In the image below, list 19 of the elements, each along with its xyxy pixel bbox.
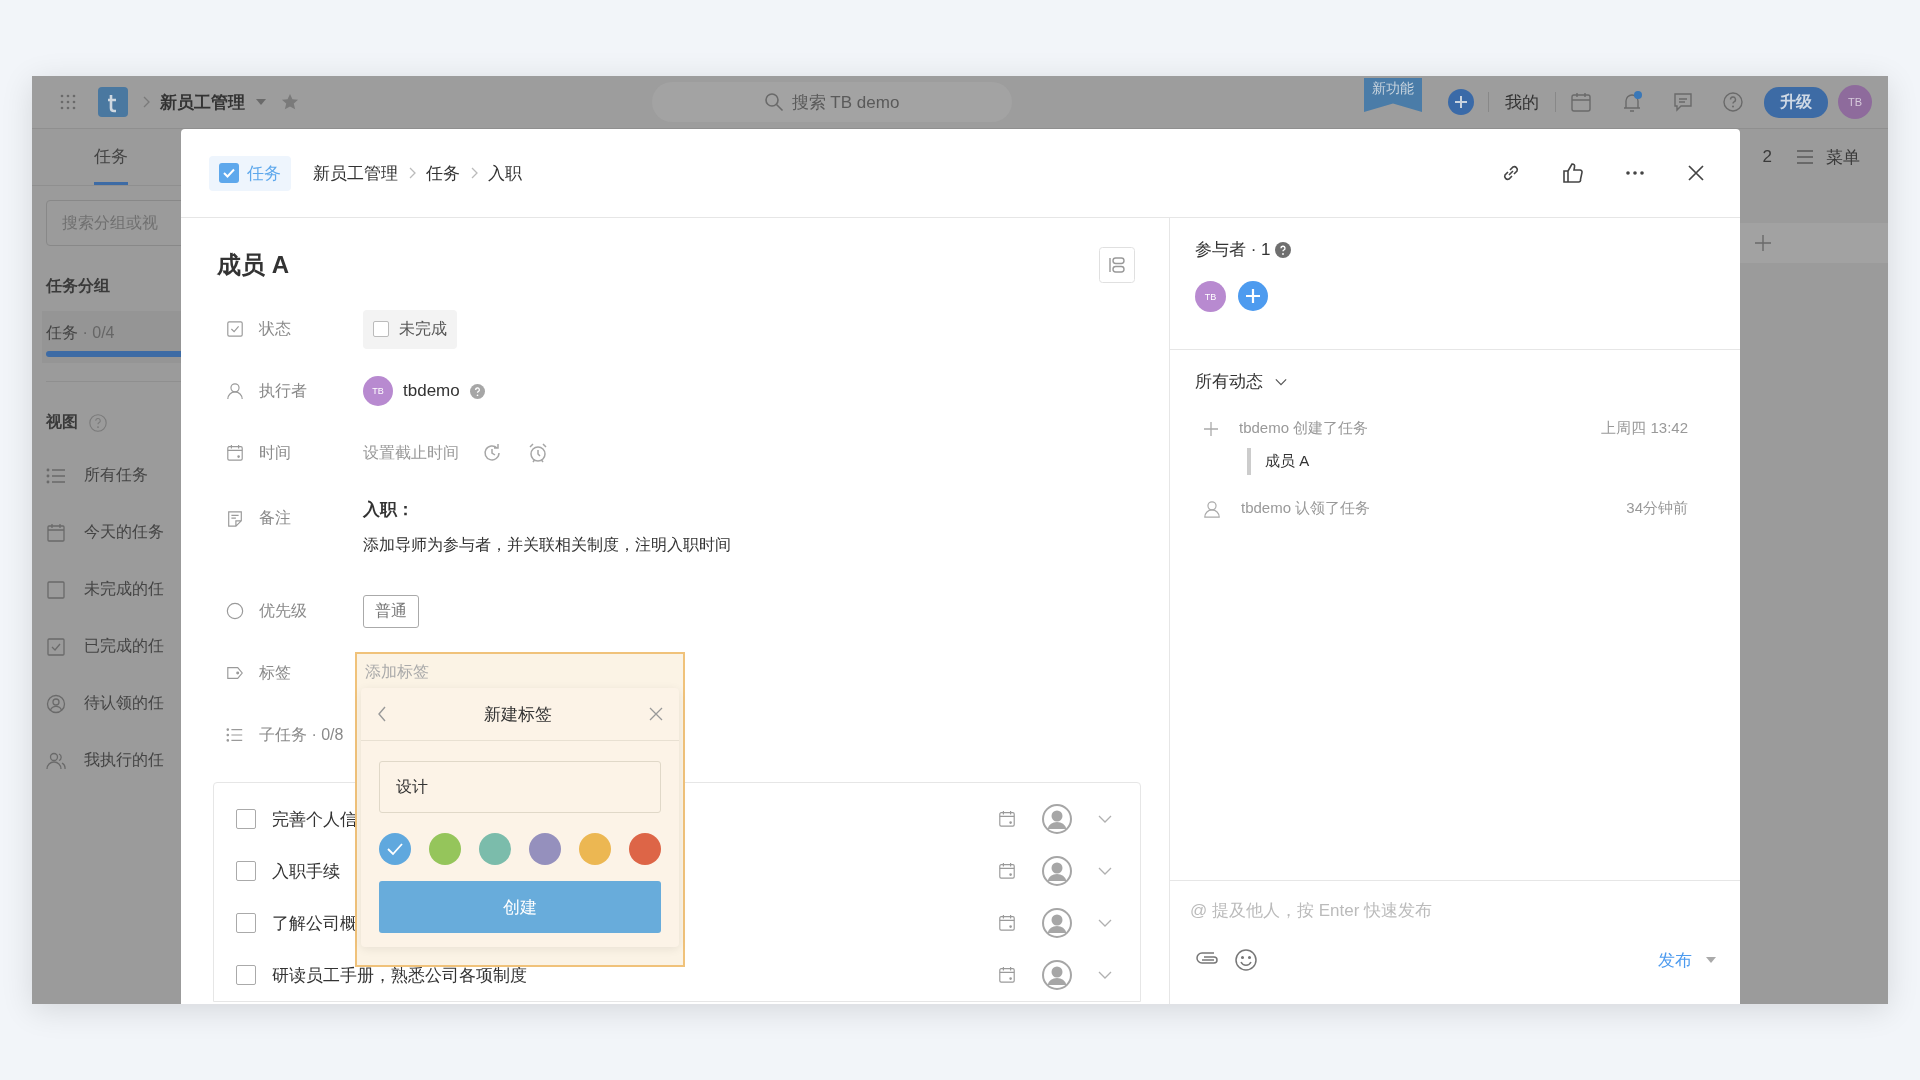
activity-text: tbdemo 认领了任务: [1241, 499, 1371, 518]
field-label: 优先级: [259, 600, 307, 621]
activity-quote: 成员 A: [1247, 448, 1688, 475]
section-title: 视图: [46, 412, 78, 432]
activity-text: tbdemo 创建了任务: [1239, 419, 1369, 438]
field-label: 备注: [259, 508, 291, 528]
participants-title: 参与者 · 1: [1195, 239, 1271, 261]
field-label: 执行者: [259, 380, 307, 401]
count-label: 2: [1762, 147, 1772, 167]
popup-title: 新建标签: [484, 703, 552, 726]
activity-time: 上周四 13:42: [1601, 419, 1688, 438]
field-label: 子任务 · 0/8: [259, 724, 344, 745]
note-heading: 入职：: [363, 499, 415, 521]
activity-time: 34分钟前: [1626, 499, 1688, 518]
note-text: 添加导师为参与者，并关联相关制度，注明入职时间: [363, 535, 731, 555]
field-label: 标签: [259, 662, 291, 683]
field-label: 状态: [259, 318, 291, 339]
section-title: 任务分组: [46, 276, 110, 296]
field-label: 时间: [259, 442, 291, 463]
